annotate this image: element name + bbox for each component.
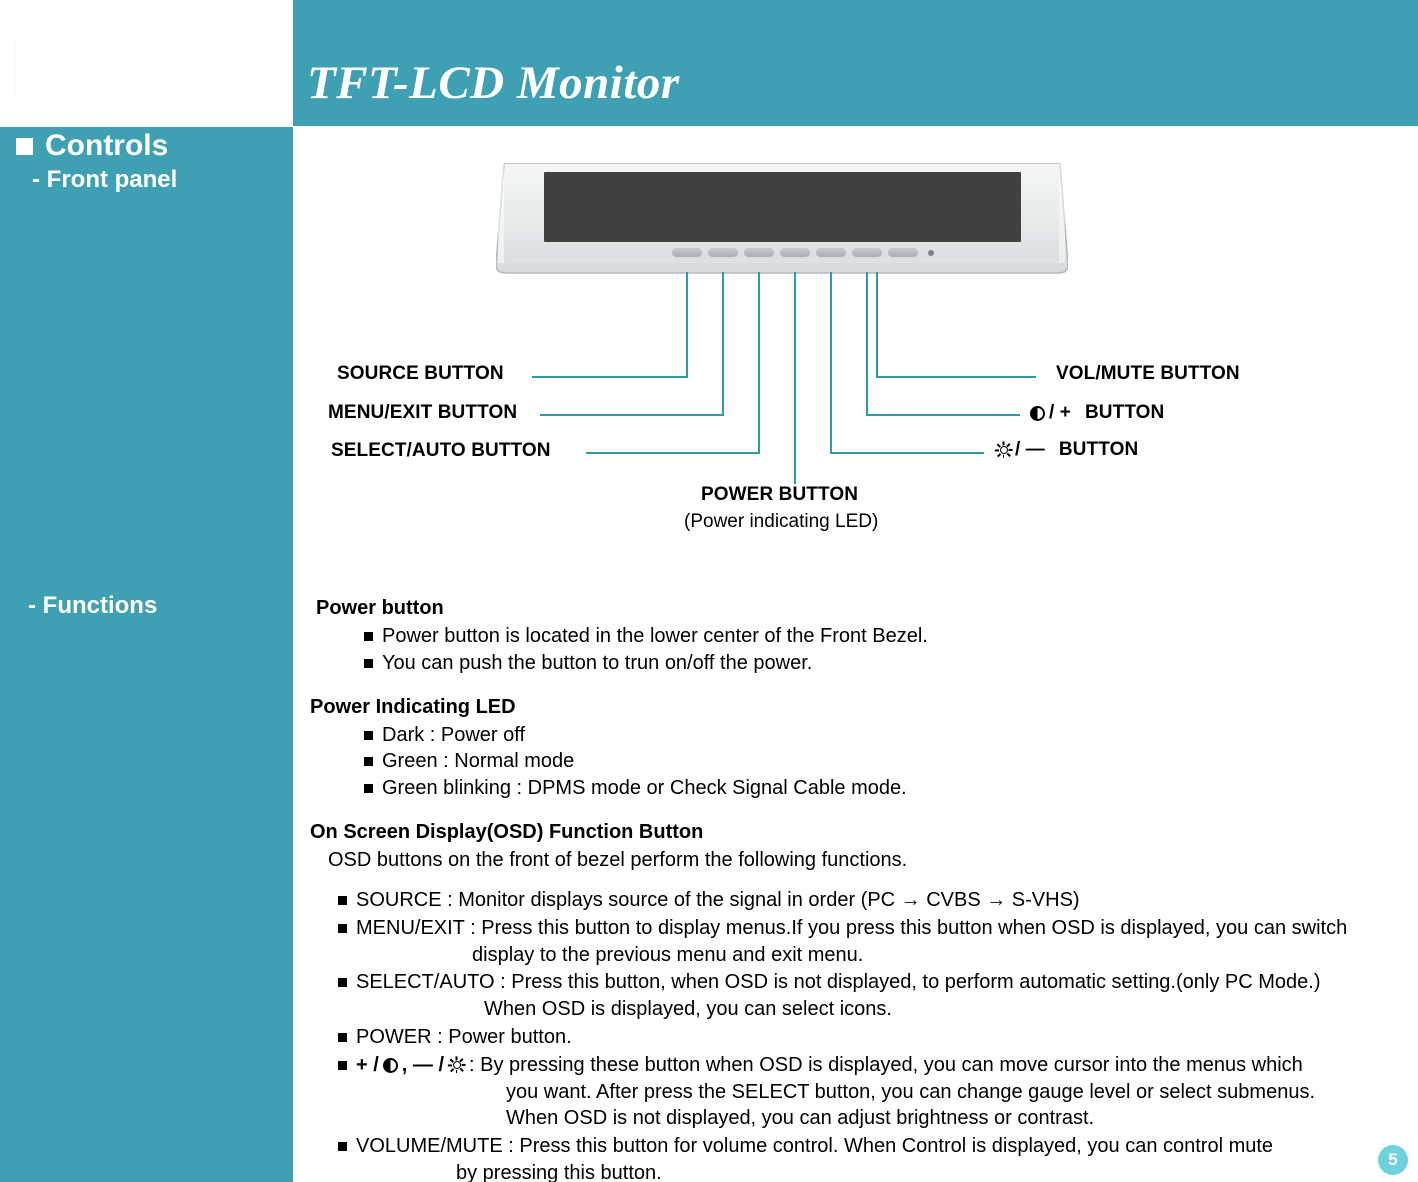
osd-item-plus-minus-line3: When OSD is not displayed, you can adjus… [506, 1107, 1095, 1130]
osd-plus-prefix: + / [356, 1053, 379, 1076]
sidebar-section-controls: Controls [16, 129, 168, 163]
leader-line-vol-horizontal [876, 376, 1036, 378]
callout-contrast-label: BUTTON [1084, 402, 1165, 423]
osd-note: OSD buttons on the front of bezel perfor… [328, 848, 908, 871]
leader-line-power-vertical [794, 272, 796, 484]
manual-page: TFT-LCD Monitor Controls - Front panel -… [0, 0, 1418, 1182]
osd-item-select-auto-line1: SELECT/AUTO : Press this button, when OS… [356, 971, 1321, 994]
callout-source-button: SOURCE BUTTON [337, 363, 504, 384]
power-led-block: Power Indicating LED Dark : Power off Gr… [310, 695, 1405, 802]
bezel-button-menu-exit[interactable] [708, 248, 738, 257]
bezel-button-select-auto[interactable] [744, 248, 774, 257]
power-led-bullets: Dark : Power off Green : Normal mode Gre… [310, 722, 1405, 802]
bezel-button-vol-mute[interactable] [888, 248, 918, 257]
functions-content: Power button Power button is located in … [310, 596, 1405, 1182]
osd-item-plus-minus-symbols: + / , — / : By pressing these button whe… [356, 1052, 1303, 1079]
brightness-icon [995, 441, 1012, 459]
osd-item-source: SOURCE : Monitor displays source of the … [338, 887, 1405, 914]
power-indicating-led-icon [928, 249, 934, 256]
contrast-icon [382, 1057, 398, 1073]
leader-line-menu-horizontal [540, 414, 724, 416]
callout-contrast-prefix: / + [1049, 402, 1071, 423]
callout-menu-exit-button: MENU/EXIT BUTTON [328, 402, 518, 423]
top-left-artifact [14, 36, 17, 98]
callout-brightness-label: BUTTON [1058, 439, 1139, 460]
bezel-button-power[interactable] [780, 248, 810, 257]
leader-line-minus-horizontal [830, 452, 984, 454]
osd-item-select-auto: SELECT/AUTO : Press this button, when OS… [338, 969, 1405, 1023]
callout-select-auto-button: SELECT/AUTO BUTTON [331, 440, 551, 461]
osd-item-menu-exit: MENU/EXIT : Press this button to display… [338, 915, 1405, 969]
leader-line-source-horizontal [532, 376, 688, 378]
osd-minus-prefix: , — / [401, 1053, 445, 1076]
osd-item-source-text: SOURCE : Monitor displays source of the … [356, 888, 1080, 911]
sidebar [0, 127, 293, 1182]
page-number-badge: 5 [1378, 1145, 1408, 1175]
list-item: Green blinking : DPMS mode or Check Sign… [364, 775, 1405, 802]
osd-item-select-auto-line2: When OSD is displayed, you can select ic… [484, 998, 892, 1021]
power-led-heading: Power Indicating LED [310, 695, 516, 718]
page-title: TFT-LCD Monitor [307, 57, 680, 109]
osd-heading: On Screen Display(OSD) Function Button [310, 820, 704, 843]
osd-item-volume-mute-line2: by pressing this button. [456, 1161, 662, 1182]
leader-line-plus-vertical [866, 272, 868, 415]
monitor-illustration [496, 163, 1068, 278]
sidebar-item-front-panel[interactable]: - Front panel [32, 166, 177, 194]
osd-item-plus-minus-line1: : By pressing these button when OSD is d… [469, 1053, 1303, 1076]
osd-item-plus-minus: + / , — / : By pressing these button whe… [338, 1052, 1405, 1132]
callout-power-button: POWER BUTTON [701, 484, 859, 505]
square-bullet-icon [16, 137, 33, 155]
bezel-button-plus[interactable] [852, 248, 882, 257]
osd-item-plus-minus-line2: you want. After press the SELECT button,… [506, 1080, 1316, 1103]
contrast-icon [1030, 405, 1045, 421]
bezel-button-source[interactable] [672, 248, 702, 257]
sidebar-item-functions[interactable]: - Functions [28, 592, 157, 620]
leader-line-vol-vertical [876, 272, 878, 377]
leader-line-menu-vertical [722, 272, 724, 415]
monitor-screen [544, 172, 1021, 242]
leader-line-select-horizontal [586, 452, 760, 454]
osd-item-power: POWER : Power button. [338, 1024, 1405, 1051]
sidebar-section-label: Controls [45, 129, 169, 162]
callout-contrast-plus-button: / + BUTTON [1030, 402, 1164, 424]
leader-line-plus-horizontal [866, 414, 1020, 416]
power-button-block: Power button Power button is located in … [310, 596, 1405, 677]
osd-item-menu-exit-line2: display to the previous menu and exit me… [472, 943, 864, 966]
bezel-button-minus[interactable] [816, 248, 846, 257]
power-button-heading: Power button [316, 597, 444, 619]
list-item: Power button is located in the lower cen… [364, 623, 1405, 650]
list-item: Green : Normal mode [364, 748, 1405, 775]
leader-line-source-vertical [686, 272, 688, 377]
list-item: You can push the button to trun on/off t… [364, 650, 1405, 677]
leader-line-select-vertical [758, 272, 760, 453]
callout-vol-mute-button: VOL/MUTE BUTTON [1056, 363, 1240, 384]
brightness-icon [448, 1056, 465, 1074]
osd-item-menu-exit-line1: MENU/EXIT : Press this button to display… [356, 916, 1348, 939]
osd-item-volume-mute-line1: VOLUME/MUTE : Press this button for volu… [356, 1135, 1274, 1158]
callout-brightness-prefix: / — [1015, 439, 1045, 460]
list-item: Dark : Power off [364, 722, 1405, 749]
osd-item-power-text: POWER : Power button. [356, 1025, 572, 1048]
callout-power-led-note: (Power indicating LED) [684, 511, 879, 532]
osd-function-list: SOURCE : Monitor displays source of the … [310, 887, 1405, 1182]
leader-line-minus-vertical [830, 272, 832, 453]
bezel-button-row [672, 248, 934, 257]
power-button-bullets: Power button is located in the lower cen… [310, 623, 1405, 677]
callout-brightness-minus-button: / — BUTTON [995, 439, 1138, 461]
osd-block: On Screen Display(OSD) Function Button O… [310, 820, 1405, 1182]
osd-item-volume-mute: VOLUME/MUTE : Press this button for volu… [338, 1133, 1405, 1182]
